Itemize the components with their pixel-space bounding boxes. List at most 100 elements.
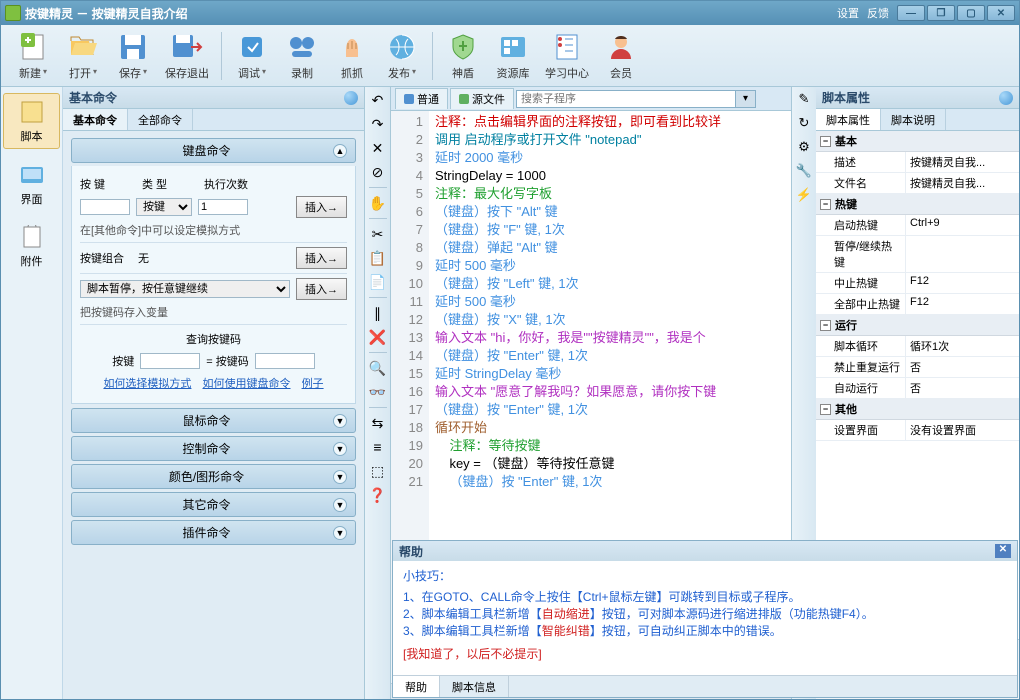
delete-icon[interactable]: ✕ xyxy=(369,139,387,157)
maximize-button[interactable]: ▢ xyxy=(957,5,985,21)
prop-row[interactable]: 脚本循环循环1次 xyxy=(816,336,1019,357)
uncomment-icon[interactable]: ❌ xyxy=(369,328,387,346)
help-line: 3、脚本编辑工具栏新增【智能纠错】按钮，可自动纠正脚本中的错误。 xyxy=(403,622,1007,639)
prop-row[interactable]: 文件名按键精灵自我... xyxy=(816,173,1019,194)
group-鼠标命令[interactable]: 鼠标命令▼ xyxy=(71,408,356,433)
toolbar-抓抓[interactable]: 抓抓 xyxy=(328,29,376,83)
group-其它命令[interactable]: 其它命令▼ xyxy=(71,492,356,517)
leftnav-脚本[interactable]: 脚本 xyxy=(3,93,60,149)
link-kb-cmd[interactable]: 如何使用键盘命令 xyxy=(203,378,291,390)
collapse-icon: ▲ xyxy=(333,144,347,158)
toolbar-打开[interactable]: 打开▾ xyxy=(59,29,107,83)
group-颜色/图形命令[interactable]: 颜色/图形命令▼ xyxy=(71,464,356,489)
group-插件命令[interactable]: 插件命令▼ xyxy=(71,520,356,545)
tab-normal[interactable]: 普通 xyxy=(395,88,448,109)
insert-button-1[interactable]: 插入→ xyxy=(296,196,347,218)
tab-desc[interactable]: 脚本说明 xyxy=(881,109,946,130)
leftnav-界面[interactable]: 界面 xyxy=(3,157,60,211)
prop-row[interactable]: 暂停/继续热键 xyxy=(816,236,1019,273)
left-nav: 脚本界面附件 xyxy=(1,87,63,699)
prop-row[interactable]: 自动运行否 xyxy=(816,378,1019,399)
help-title: 帮助 xyxy=(399,543,423,560)
key-input[interactable] xyxy=(80,199,130,215)
prop-row[interactable]: 设置界面没有设置界面 xyxy=(816,420,1019,441)
prop-row[interactable]: 禁止重复运行否 xyxy=(816,357,1019,378)
redo-icon[interactable]: ↷ xyxy=(369,115,387,133)
minimize-button[interactable]: — xyxy=(897,5,925,21)
copy-icon[interactable]: 📋 xyxy=(369,249,387,267)
help-line: 1、在GOTO、CALL命令上按住【Ctrl+鼠标左键】可跳转到目标或子程序。 xyxy=(403,588,1007,605)
pause-select[interactable]: 脚本暂停，按任意键继续 xyxy=(80,280,290,298)
feedback-link[interactable]: 反馈 xyxy=(867,5,889,21)
insert-button-3[interactable]: 插入→ xyxy=(296,278,347,300)
main-toolbar: 新建▾打开▾保存▾保存退出调试▾录制抓抓发布▾ 神盾资源库学习中心会员 xyxy=(1,25,1019,87)
toolbar-新建[interactable]: 新建▾ xyxy=(9,29,57,83)
prop-cat-运行[interactable]: −运行 xyxy=(816,315,1019,336)
type-select[interactable]: 按键 xyxy=(136,198,192,216)
help-panel: 帮助 ✕ 小技巧： 1、在GOTO、CALL命令上按住【Ctrl+鼠标左键】可跳… xyxy=(392,540,1018,698)
undo-icon[interactable]: ↶ xyxy=(369,91,387,109)
toolbar-学习中心[interactable]: 学习中心 xyxy=(539,29,595,83)
help-icon[interactable] xyxy=(999,91,1013,105)
toolbar-发布[interactable]: 发布▾ xyxy=(378,29,426,83)
prop-title: 脚本属性 xyxy=(822,89,870,106)
help-tab-script-info[interactable]: 脚本信息 xyxy=(440,676,509,697)
block-icon[interactable]: ⬚ xyxy=(369,462,387,480)
lookup-key-input[interactable] xyxy=(140,353,200,369)
toolbar-资源库[interactable]: 资源库 xyxy=(489,29,537,83)
search-dropdown[interactable]: ▾ xyxy=(736,90,756,108)
find-icon[interactable]: 🔍 xyxy=(369,359,387,377)
prop-cat-其他[interactable]: −其他 xyxy=(816,399,1019,420)
toolbar-调试[interactable]: 调试▾ xyxy=(228,29,276,83)
prop-row[interactable]: 中止热键F12 xyxy=(816,273,1019,294)
tab-basic-cmd[interactable]: 基本命令 xyxy=(63,109,128,130)
help-tab-help[interactable]: 帮助 xyxy=(393,676,440,697)
hand-icon[interactable]: ✋ xyxy=(369,194,387,212)
restore-button[interactable]: ❐ xyxy=(927,5,955,21)
toolbar-会员[interactable]: 会员 xyxy=(597,29,645,83)
link-example[interactable]: 例子 xyxy=(302,378,324,390)
toolbar-保存退出[interactable]: 保存退出 xyxy=(159,29,215,83)
help-icon[interactable] xyxy=(344,91,358,105)
insert-button-2[interactable]: 插入→ xyxy=(296,247,347,269)
action-icon[interactable]: ⚡ xyxy=(796,187,812,203)
lookup-code-input[interactable] xyxy=(255,353,315,369)
tab-source[interactable]: 源文件 xyxy=(450,88,514,109)
help-icon[interactable]: ❓ xyxy=(369,486,387,504)
indent-icon[interactable]: ≡ xyxy=(369,438,387,456)
toolbar-神盾[interactable]: 神盾 xyxy=(439,29,487,83)
app-icon xyxy=(5,5,21,21)
link-sim-mode[interactable]: 如何选择模拟方式 xyxy=(103,378,191,390)
prop-cat-热键[interactable]: −热键 xyxy=(816,194,1019,215)
group-控制命令[interactable]: 控制命令▼ xyxy=(71,436,356,461)
cmd-panel-title: 基本命令 xyxy=(69,89,117,106)
toolbar-录制[interactable]: 录制 xyxy=(278,29,326,83)
edit-icon[interactable]: ✎ xyxy=(799,91,810,107)
comment-icon[interactable]: ∥ xyxy=(369,304,387,322)
tab-prop[interactable]: 脚本属性 xyxy=(816,109,881,130)
help-line: 2、脚本编辑工具栏新增【自动缩进】按钮，可对脚本源码进行缩进排版（功能热键F4）… xyxy=(403,605,1007,622)
group-keyboard[interactable]: 键盘命令 ▲ xyxy=(71,138,356,163)
wrench-icon[interactable]: 🔧 xyxy=(796,163,812,179)
help-dismiss[interactable]: [我知道了，以后不必提示] xyxy=(403,645,1007,662)
prop-row[interactable]: 启动热键Ctrl+9 xyxy=(816,215,1019,236)
disable-icon[interactable]: ⊘ xyxy=(369,163,387,181)
refresh-icon[interactable]: ↻ xyxy=(799,115,810,131)
prop-row[interactable]: 全部中止热键F12 xyxy=(816,294,1019,315)
swap-icon[interactable]: ⇆ xyxy=(369,414,387,432)
paste-icon[interactable]: 📄 xyxy=(369,273,387,291)
gear-icon[interactable]: ⚙ xyxy=(798,139,810,155)
window-title: 按键精灵 － 按键精灵自我介绍 xyxy=(25,5,188,22)
tab-all-cmd[interactable]: 全部命令 xyxy=(128,109,193,130)
search-input[interactable] xyxy=(516,90,736,108)
prop-row[interactable]: 描述按键精灵自我... xyxy=(816,152,1019,173)
settings-link[interactable]: 设置 xyxy=(837,5,859,21)
leftnav-附件[interactable]: 附件 xyxy=(3,219,60,273)
prop-cat-基本[interactable]: −基本 xyxy=(816,131,1019,152)
count-input[interactable] xyxy=(198,199,248,215)
watch-icon[interactable]: 👓 xyxy=(369,383,387,401)
close-button[interactable]: ✕ xyxy=(987,5,1015,21)
cut-icon[interactable]: ✂ xyxy=(369,225,387,243)
toolbar-保存[interactable]: 保存▾ xyxy=(109,29,157,83)
help-close-button[interactable]: ✕ xyxy=(995,544,1011,558)
